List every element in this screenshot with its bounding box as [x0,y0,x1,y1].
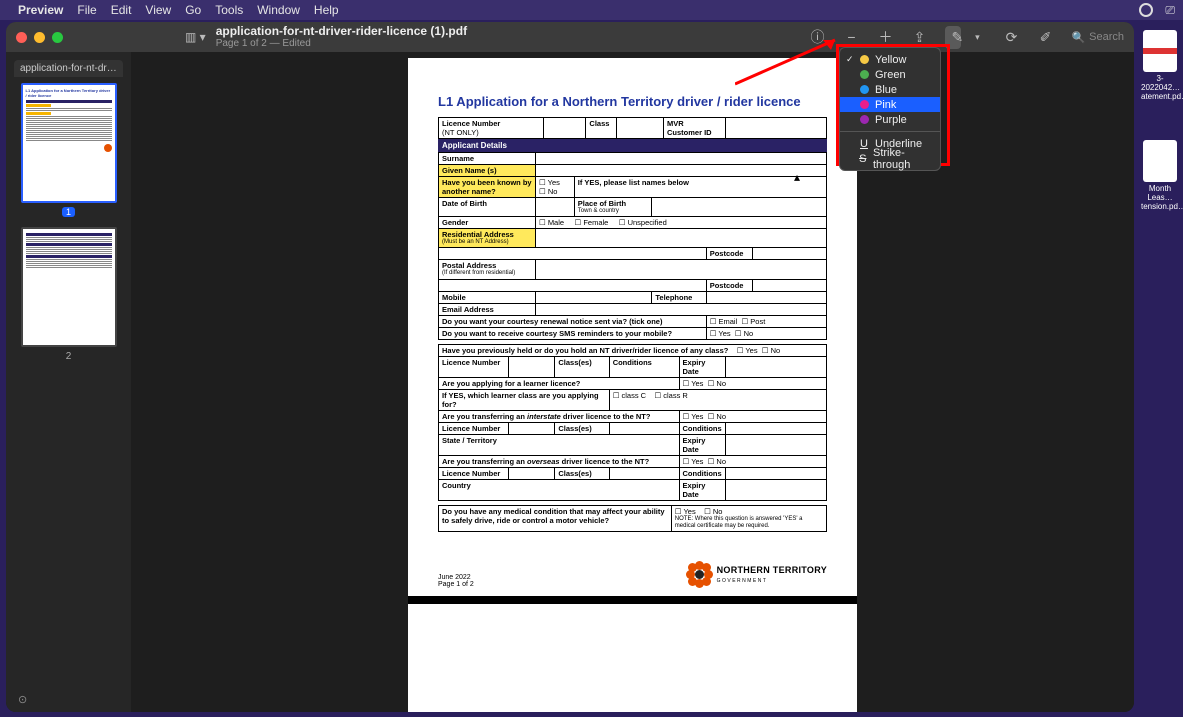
app-name[interactable]: Preview [18,3,63,17]
zoom-out-icon[interactable]: − [843,29,859,45]
search-field[interactable]: 🔍 Search [1071,31,1124,44]
section-header: Applicant Details [438,139,827,152]
window-titlebar: ▥ ▾ application-for-nt-driver-rider-lice… [6,22,1134,52]
page-number: 2 [14,351,123,362]
share-icon[interactable]: ⇪ [911,29,927,46]
menu-edit[interactable]: Edit [111,3,132,17]
highlight-icon[interactable]: ✎ [945,26,961,49]
color-option-yellow[interactable]: ✓ Yellow [840,52,940,67]
menu-file[interactable]: File [77,3,96,17]
pdf-page-1: L1 Application for a Northern Territory … [408,58,857,712]
highlight-menu-chevron-icon[interactable]: ▾ [969,32,985,43]
close-button[interactable] [16,32,27,43]
info-icon[interactable]: ⓘ [809,27,825,47]
menu-go[interactable]: Go [185,3,201,17]
menu-view[interactable]: View [145,3,171,17]
search-placeholder: Search [1089,31,1124,43]
search-icon: 🔍 [1071,31,1085,44]
tag-icon[interactable]: ⊙ [18,693,27,706]
desktop-file[interactable]: 3-2022042…atement.pd… [1141,30,1179,101]
document-title: application-for-nt-driver-rider-licence … [216,25,467,38]
sidebar-tab[interactable]: application-for-nt-drive… [14,60,123,77]
style-option-strikethrough[interactable]: S Strike-through [840,151,940,166]
page-badge: 1 [62,207,75,217]
page-thumbnail-2[interactable] [21,227,117,347]
footer-page: Page 1 of 2 [438,581,474,588]
desktop-file-label: 3-2022042…atement.pd… [1141,74,1179,101]
desktop-file-label: Month Leas…tension.pd… [1141,184,1179,211]
preview-window: ▥ ▾ application-for-nt-driver-rider-lice… [6,22,1134,712]
desktop-file[interactable]: Month Leas…tension.pd… [1141,140,1179,211]
record-icon[interactable] [1139,3,1153,17]
color-option-pink[interactable]: Pink [840,97,940,112]
minimize-button[interactable] [34,32,45,43]
system-menubar: Preview File Edit View Go Tools Window H… [0,0,1183,20]
color-option-green[interactable]: Green [840,67,940,82]
control-center-icon[interactable]: ⎚ [1165,3,1175,18]
menu-help[interactable]: Help [314,3,339,17]
document-view[interactable]: L1 Application for a Northern Territory … [131,52,1134,712]
nt-gov-logo: NORTHERN TERRITORYGOVERNMENT [687,562,827,588]
highlight-color-menu: ✓ Yellow Green Blue Pink Purple U Underl… [839,47,941,171]
menu-tools[interactable]: Tools [215,3,243,17]
footer-date: June 2022 [438,574,474,581]
page-thumbnail-1[interactable]: L1 Application for a Northern Territory … [21,83,117,203]
markup-icon[interactable]: ✐ [1037,29,1053,46]
rotate-icon[interactable]: ⟳ [1003,29,1019,46]
fullscreen-button[interactable] [52,32,63,43]
zoom-in-icon[interactable]: ＋ [877,27,893,47]
thumbnail-sidebar: application-for-nt-drive… L1 Application… [6,52,131,712]
form-title: L1 Application for a Northern Territory … [438,94,827,109]
sidebar-toggle-icon[interactable]: ▥ ▾ [185,30,206,44]
color-option-purple[interactable]: Purple [840,112,940,127]
document-subtitle: Page 1 of 2 — Edited [216,38,467,49]
color-option-blue[interactable]: Blue [840,82,940,97]
menu-window[interactable]: Window [257,3,300,17]
